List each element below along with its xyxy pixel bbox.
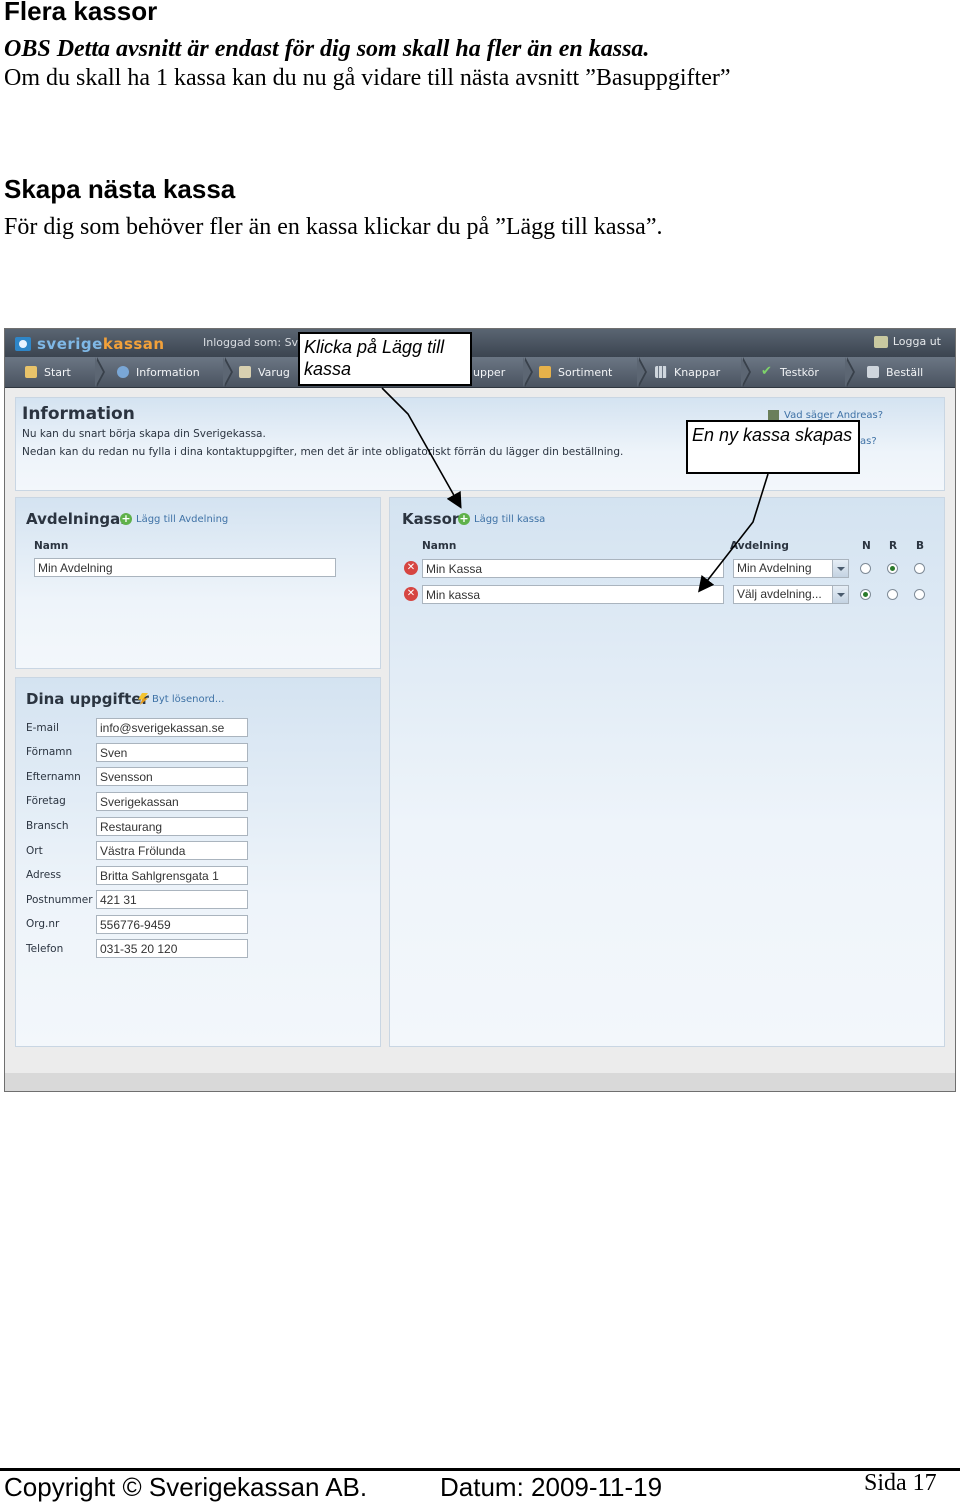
footer-rule bbox=[0, 1468, 960, 1471]
callout-new-register: En ny kassa skapas bbox=[686, 420, 860, 474]
footer-copyright: Copyright © Sverigekassan AB. bbox=[4, 1472, 368, 1502]
footer-date: Datum: 2009-11-19 bbox=[440, 1472, 663, 1502]
callout-add-register: Klicka på Lägg till kassa bbox=[298, 332, 472, 386]
arrow-to-new-register bbox=[698, 473, 769, 593]
callout-arrows bbox=[381, 387, 769, 593]
footer-page-number: Sida 17 bbox=[864, 1470, 937, 1496]
arrow-to-add-register bbox=[381, 387, 462, 509]
